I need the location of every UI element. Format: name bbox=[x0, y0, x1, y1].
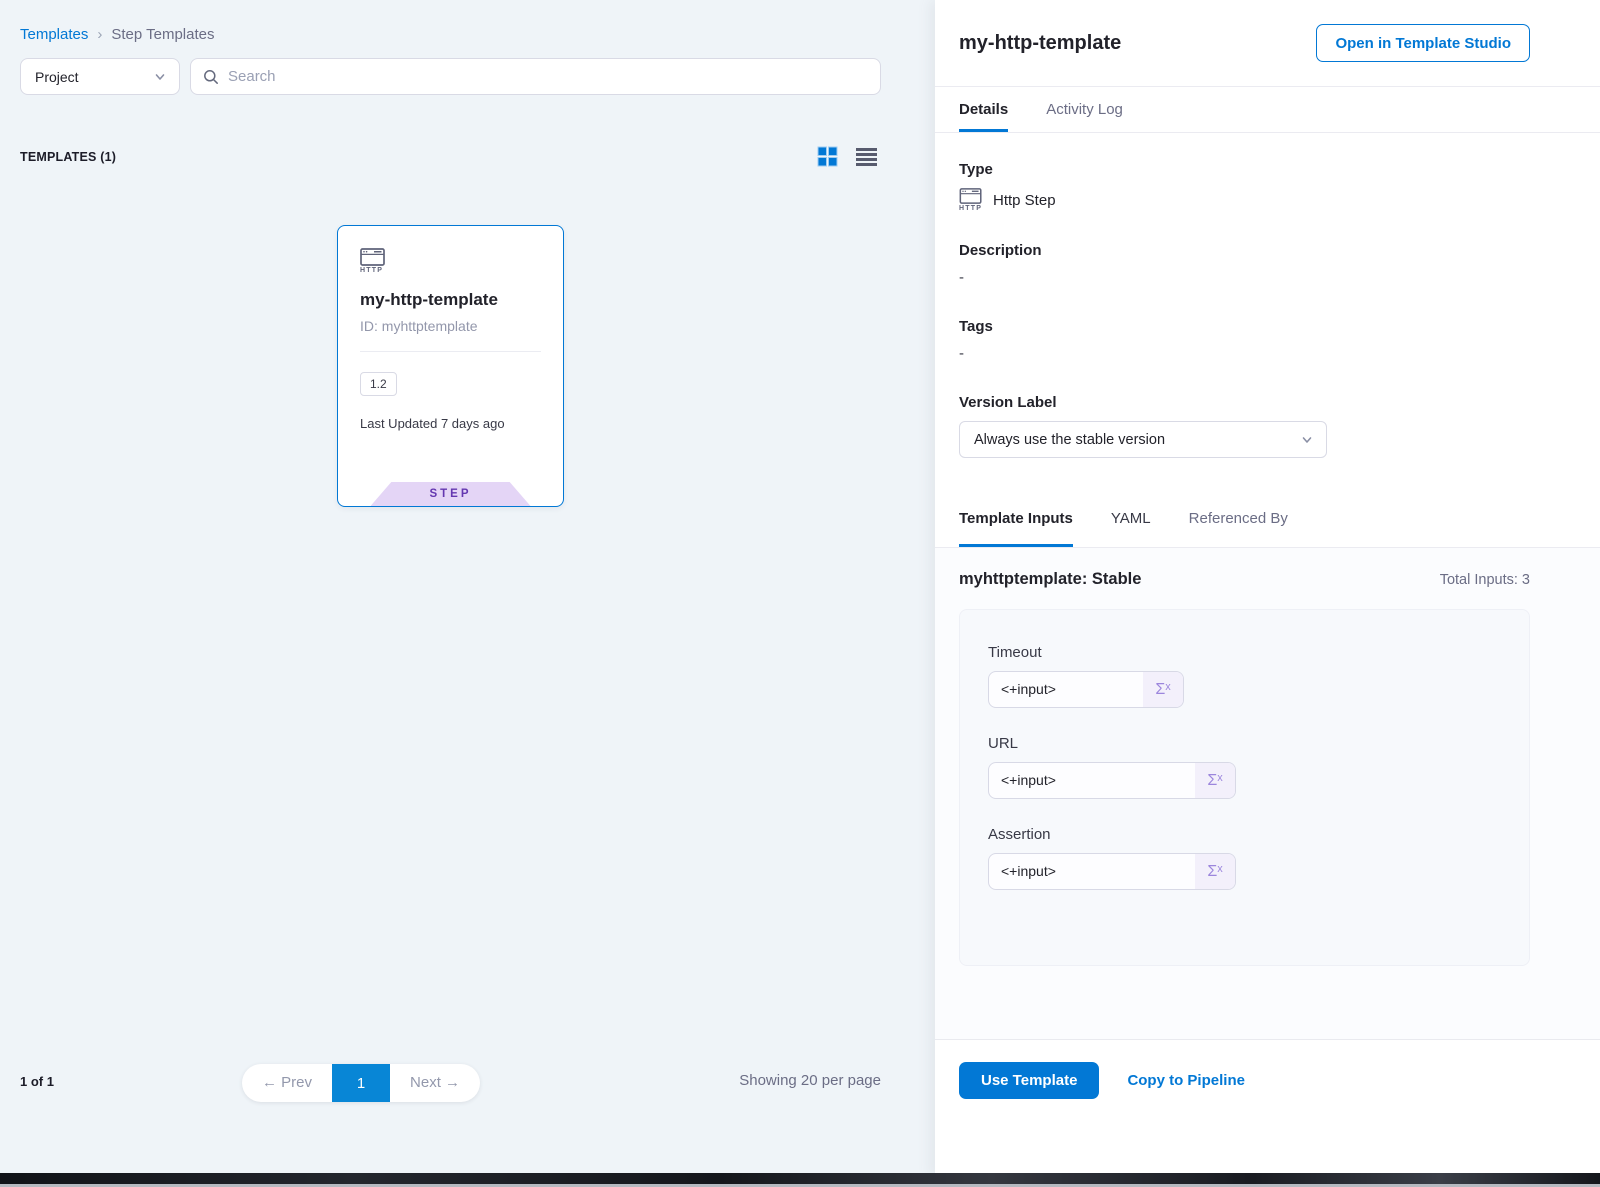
http-step-icon: HTTP bbox=[360, 248, 386, 274]
chevron-down-icon bbox=[155, 72, 165, 82]
tab-details[interactable]: Details bbox=[959, 87, 1008, 132]
tab-template-inputs[interactable]: Template Inputs bbox=[959, 490, 1073, 547]
breadcrumb-templates-link[interactable]: Templates bbox=[20, 26, 88, 43]
description-value: - bbox=[959, 269, 1576, 286]
page-info: 1 of 1 bbox=[20, 1074, 54, 1089]
use-template-button[interactable]: Use Template bbox=[959, 1062, 1099, 1099]
assertion-label: Assertion bbox=[988, 826, 1501, 843]
template-details-drawer: my-http-template Open in Template Studio… bbox=[935, 0, 1600, 1176]
desktop-edge-strip bbox=[0, 1173, 1600, 1187]
version-label-dropdown[interactable]: Always use the stable version bbox=[959, 421, 1327, 458]
template-card[interactable]: HTTP my-http-template ID: myhttptemplate… bbox=[337, 225, 564, 507]
details-body: Type HTTP Http Step Description - Tags -… bbox=[935, 133, 1600, 458]
inputs-heading-row: myhttptemplate: Stable Total Inputs: 3 bbox=[959, 570, 1530, 589]
type-value: Http Step bbox=[993, 192, 1056, 209]
assertion-field: <+input> Σˣ bbox=[988, 853, 1236, 890]
per-page-label: Showing 20 per page bbox=[739, 1072, 881, 1089]
search-box[interactable] bbox=[190, 58, 881, 95]
timeout-field: <+input> Σˣ bbox=[988, 671, 1184, 708]
version-label-heading: Version Label bbox=[959, 394, 1576, 411]
url-label: URL bbox=[988, 735, 1501, 752]
timeout-input[interactable]: <+input> bbox=[989, 672, 1143, 707]
last-updated-text: Last Updated 7 days ago bbox=[360, 416, 541, 431]
tab-yaml[interactable]: YAML bbox=[1111, 490, 1151, 547]
inputs-card: Timeout <+input> Σˣ URL <+input> Σˣ Asse… bbox=[959, 609, 1530, 966]
search-input[interactable] bbox=[228, 68, 868, 85]
next-page-button[interactable]: Next → bbox=[390, 1064, 480, 1102]
inputs-tabs: Template Inputs YAML Referenced By bbox=[935, 490, 1600, 548]
template-list-panel: Templates › Step Templates Project TEMPL… bbox=[0, 0, 935, 1176]
view-toggles bbox=[817, 146, 877, 167]
filter-bar: Project bbox=[20, 58, 881, 95]
http-icon-label: HTTP bbox=[959, 205, 982, 212]
list-header: TEMPLATES (1) bbox=[20, 146, 915, 167]
scope-dropdown[interactable]: Project bbox=[20, 58, 180, 95]
http-step-icon: HTTP bbox=[959, 188, 983, 212]
card-divider bbox=[360, 351, 541, 352]
drawer-title: my-http-template bbox=[959, 32, 1121, 55]
tab-referenced-by[interactable]: Referenced By bbox=[1189, 490, 1288, 547]
list-view-icon[interactable] bbox=[856, 147, 877, 166]
version-badge: 1.2 bbox=[360, 372, 397, 396]
pagination: ← Prev 1 Next → bbox=[242, 1064, 480, 1102]
step-type-badge: STEP bbox=[371, 482, 531, 506]
expression-toggle-icon[interactable]: Σˣ bbox=[1195, 763, 1235, 798]
prev-page-button[interactable]: ← Prev bbox=[242, 1064, 332, 1102]
inputs-heading: myhttptemplate: Stable bbox=[959, 570, 1141, 589]
template-inputs-section: myhttptemplate: Stable Total Inputs: 3 T… bbox=[935, 548, 1600, 1039]
copy-to-pipeline-link[interactable]: Copy to Pipeline bbox=[1127, 1072, 1245, 1089]
version-label-value: Always use the stable version bbox=[974, 432, 1165, 448]
current-page-button[interactable]: 1 bbox=[332, 1064, 390, 1102]
chevron-down-icon bbox=[1302, 435, 1312, 445]
breadcrumb-current: Step Templates bbox=[111, 26, 214, 43]
http-icon-label: HTTP bbox=[360, 267, 383, 274]
type-value-row: HTTP Http Step bbox=[959, 188, 1576, 212]
breadcrumb: Templates › Step Templates bbox=[20, 26, 215, 43]
tab-activity-log[interactable]: Activity Log bbox=[1046, 87, 1123, 132]
drawer-header: my-http-template Open in Template Studio bbox=[935, 0, 1600, 87]
drawer-footer: Use Template Copy to Pipeline bbox=[935, 1039, 1600, 1121]
scope-dropdown-value: Project bbox=[35, 69, 79, 85]
tags-value: - bbox=[959, 345, 1576, 362]
total-inputs-label: Total Inputs: 3 bbox=[1440, 572, 1530, 588]
expression-toggle-icon[interactable]: Σˣ bbox=[1195, 854, 1235, 889]
tags-label: Tags bbox=[959, 318, 1576, 335]
assertion-input[interactable]: <+input> bbox=[989, 854, 1195, 889]
template-library-app: Templates › Step Templates Project TEMPL… bbox=[0, 0, 1600, 1187]
expression-toggle-icon[interactable]: Σˣ bbox=[1143, 672, 1183, 707]
templates-count-label: TEMPLATES (1) bbox=[20, 150, 116, 164]
search-icon bbox=[203, 69, 219, 85]
template-card-id: ID: myhttptemplate bbox=[360, 318, 541, 334]
timeout-label: Timeout bbox=[988, 644, 1501, 661]
grid-view-icon[interactable] bbox=[817, 146, 838, 167]
open-in-template-studio-button[interactable]: Open in Template Studio bbox=[1316, 24, 1530, 62]
url-input[interactable]: <+input> bbox=[989, 763, 1195, 798]
description-label: Description bbox=[959, 242, 1576, 259]
drawer-tabs: Details Activity Log bbox=[935, 87, 1600, 133]
breadcrumb-separator-icon: › bbox=[97, 26, 102, 43]
type-label: Type bbox=[959, 161, 1576, 178]
template-card-title: my-http-template bbox=[360, 290, 541, 310]
url-field: <+input> Σˣ bbox=[988, 762, 1236, 799]
